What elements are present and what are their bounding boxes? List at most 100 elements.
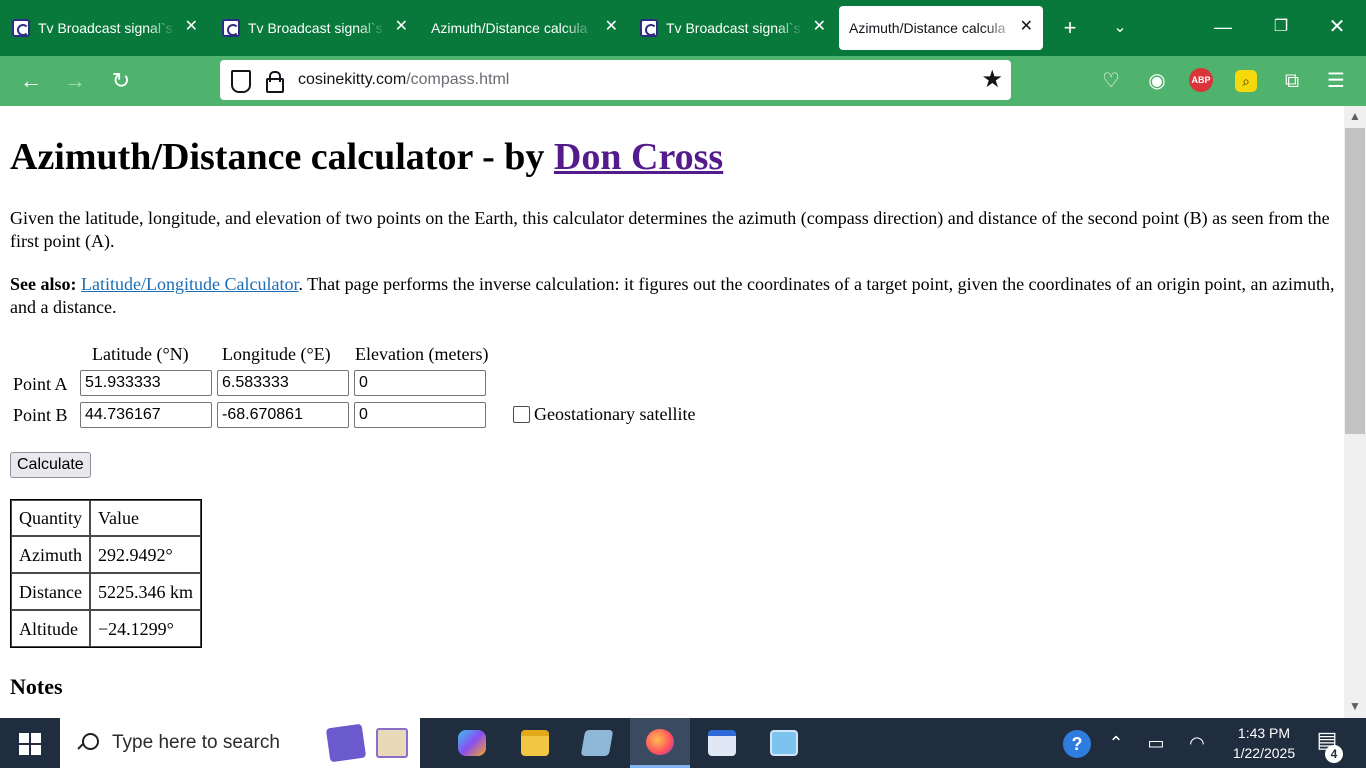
new-tab-plus-icon[interactable]: + <box>1054 14 1086 42</box>
page-title: Azimuth/Distance calculator - by Don Cro… <box>10 136 724 178</box>
lat-lon-calculator-link[interactable]: Latitude/Longitude Calculator <box>81 274 298 294</box>
taskbar-firefox-icon[interactable] <box>630 718 690 768</box>
url-domain: cosinekitty.com <box>298 71 407 88</box>
geostationary-checkbox[interactable] <box>513 406 530 423</box>
windows-taskbar: Type here to search ? ⌃ ▭ ◠ 1:43 PM 1/22… <box>0 718 1366 768</box>
tab-title: Tv Broadcast signal`s <box>248 20 383 36</box>
site-favicon-icon <box>222 19 240 37</box>
see-also-label: See also: <box>10 274 77 294</box>
reload-icon[interactable]: ↻ <box>106 66 136 96</box>
adblock-plus-icon[interactable]: ABP <box>1189 68 1213 92</box>
account-icon[interactable]: ◉ <box>1144 68 1170 94</box>
site-favicon-icon <box>12 19 30 37</box>
site-favicon-icon <box>640 19 658 37</box>
geostationary-label[interactable]: Geostationary satellite <box>534 403 695 425</box>
taskbar-search-box[interactable]: Type here to search <box>60 718 420 768</box>
extensions-puzzle-icon[interactable]: ⧉ <box>1279 68 1305 94</box>
url-path: /compass.html <box>406 71 510 88</box>
search-placeholder: Type here to search <box>112 732 280 753</box>
notification-count-badge: 4 <box>1325 745 1343 763</box>
distance-value: 5225.346 km <box>90 573 202 610</box>
scroll-up-arrow-icon[interactable]: ▲ <box>1344 109 1366 123</box>
notes-app-icon[interactable] <box>376 728 408 758</box>
search-extension-icon[interactable]: ⌕ <box>1235 70 1257 92</box>
scroll-down-arrow-icon[interactable]: ▼ <box>1344 699 1366 713</box>
show-hidden-icons-chevron-up-icon[interactable]: ⌃ <box>1103 731 1129 755</box>
windows-start-icon[interactable] <box>19 733 41 755</box>
table-row: Distance 5225.346 km <box>11 573 202 610</box>
taskbar-app-icon[interactable] <box>567 718 627 768</box>
point-b-longitude-input[interactable] <box>217 402 349 428</box>
point-a-latitude-input[interactable] <box>80 370 212 396</box>
calculate-button[interactable]: Calculate <box>10 452 91 478</box>
tab-close-icon[interactable]: ✕ <box>605 18 618 36</box>
page-viewport: Azimuth/Distance calculator - by Don Cro… <box>0 106 1344 718</box>
url-text[interactable]: cosinekitty.com/compass.html <box>298 71 509 89</box>
battery-icon[interactable]: ▭ <box>1143 731 1169 755</box>
tab-title: Azimuth/Distance calcula <box>431 20 588 36</box>
point-b-label: Point B <box>13 405 68 425</box>
point-b-latitude-input[interactable] <box>80 402 212 428</box>
minimize-icon[interactable]: — <box>1200 12 1246 42</box>
tracking-protection-shield-icon[interactable] <box>228 69 251 93</box>
pocket-icon[interactable]: ♡ <box>1098 68 1124 94</box>
back-arrow-icon[interactable]: ← <box>16 66 46 96</box>
notes-heading: Notes <box>10 674 63 699</box>
tab-tv-broadcast-1[interactable]: Tv Broadcast signal`s ✕ <box>0 6 208 50</box>
restore-icon[interactable]: ❐ <box>1258 12 1304 42</box>
clock-date: 1/22/2025 <box>1232 745 1296 761</box>
forward-arrow-icon[interactable]: → <box>60 66 90 96</box>
see-also-paragraph: See also: Latitude/Longitude Calculator.… <box>10 273 1338 319</box>
scrollbar-thumb[interactable] <box>1345 128 1365 434</box>
help-question-icon[interactable]: ? <box>1063 730 1091 758</box>
bookmark-star-icon[interactable]: ★ <box>981 66 1003 94</box>
tab-close-icon[interactable]: ✕ <box>813 18 826 36</box>
tab-azimuth-1[interactable]: Azimuth/Distance calcula ✕ <box>420 6 628 50</box>
point-b-elevation-input[interactable] <box>354 402 486 428</box>
hamburger-menu-icon[interactable]: ☰ <box>1323 68 1349 94</box>
author-link[interactable]: Don Cross <box>554 136 723 178</box>
table-header-row: Quantity Value <box>11 500 202 536</box>
quantity-header: Quantity <box>11 500 90 536</box>
point-a-elevation-input[interactable] <box>354 370 486 396</box>
tab-strip: Tv Broadcast signal`s ✕ Tv Broadcast sig… <box>0 0 1366 56</box>
vertical-scrollbar[interactable]: ▲ ▼ <box>1344 106 1366 718</box>
system-clock[interactable]: 1:43 PM 1/22/2025 <box>1222 723 1306 763</box>
tab-close-icon[interactable]: ✕ <box>1020 18 1033 36</box>
close-window-icon[interactable]: ✕ <box>1314 12 1360 42</box>
address-bar[interactable]: cosinekitty.com/compass.html ★ <box>220 60 1011 100</box>
navigation-toolbar: ← → ↻ cosinekitty.com/compass.html ★ ♡ ◉… <box>0 56 1366 106</box>
value-header: Value <box>90 500 202 536</box>
insecure-lock-icon[interactable] <box>262 69 284 93</box>
azimuth-value: 292.9492° <box>90 536 202 573</box>
taskbar-document-app-icon[interactable] <box>692 718 752 768</box>
longitude-header: Longitude (°E) <box>222 344 331 364</box>
intro-paragraph: Given the latitude, longitude, and eleva… <box>10 208 1330 251</box>
tab-close-icon[interactable]: ✕ <box>185 18 198 36</box>
tab-azimuth-active[interactable]: Azimuth/Distance calcula ✕ <box>839 6 1043 50</box>
azimuth-label: Azimuth <box>11 536 90 573</box>
taskbar-remote-desktop-icon[interactable] <box>754 718 814 768</box>
search-icon <box>78 733 99 753</box>
list-tabs-chevron-down-icon[interactable]: ⌄ <box>1104 14 1136 42</box>
table-row: Azimuth 292.9492° <box>11 536 202 573</box>
point-a-longitude-input[interactable] <box>217 370 349 396</box>
video-editor-icon[interactable] <box>325 723 367 763</box>
taskbar-copilot-icon[interactable] <box>442 718 502 768</box>
results-table: Quantity Value Azimuth 292.9492° Distanc… <box>10 499 203 648</box>
clock-time: 1:43 PM <box>1237 725 1291 741</box>
table-row: Altitude −24.1299° <box>11 610 202 647</box>
tab-tv-broadcast-2[interactable]: Tv Broadcast signal`s ✕ <box>210 6 418 50</box>
altitude-value: −24.1299° <box>90 610 202 647</box>
tab-close-icon[interactable]: ✕ <box>395 18 408 36</box>
elevation-header: Elevation (meters) <box>355 344 489 364</box>
latitude-header: Latitude (°N) <box>92 344 189 364</box>
point-a-label: Point A <box>13 374 68 394</box>
network-wifi-icon[interactable]: ◠ <box>1184 731 1210 755</box>
tab-title: Tv Broadcast signal`s <box>666 20 801 36</box>
altitude-label: Altitude <box>11 610 90 647</box>
tab-tv-broadcast-3[interactable]: Tv Broadcast signal`s ✕ <box>628 6 836 50</box>
taskbar-file-explorer-icon[interactable] <box>505 718 565 768</box>
tab-title: Azimuth/Distance calcula <box>849 20 1006 36</box>
tab-title: Tv Broadcast signal`s <box>38 20 173 36</box>
